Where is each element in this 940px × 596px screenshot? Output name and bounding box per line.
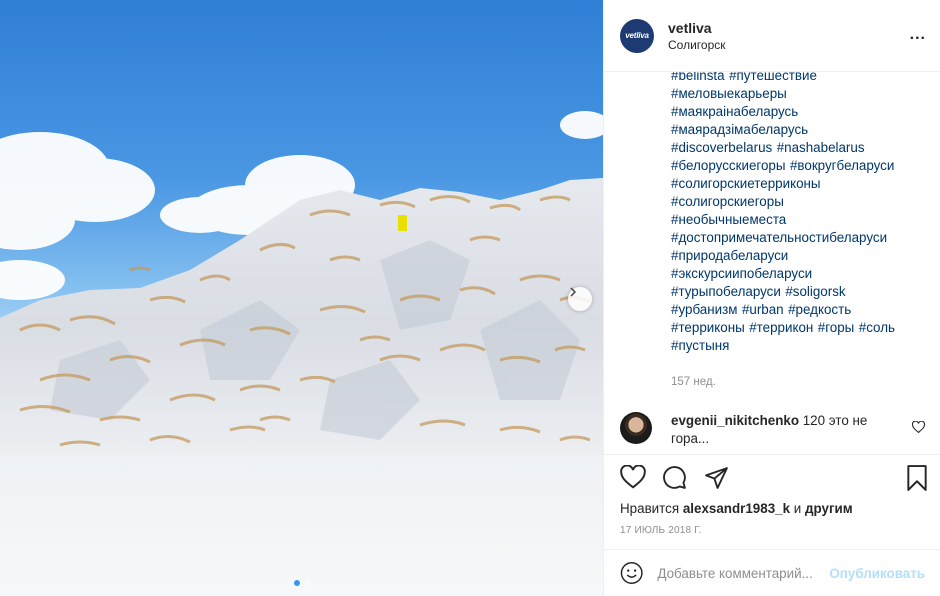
hashtag-list: #belinsta #путешествие #меловыекарьеры #ма… bbox=[671, 72, 933, 355]
hashtag-link[interactable]: #urban bbox=[742, 302, 784, 317]
hashtag-link[interactable]: #маярадзімабеларусь bbox=[671, 122, 808, 137]
post-username[interactable]: vetliva bbox=[668, 19, 726, 37]
comment-item: evgenii_nikitchenko 120 это не гора... bbox=[620, 412, 926, 448]
action-icons-row bbox=[620, 464, 930, 494]
hashtag-line: #belinsta #путешествие bbox=[671, 72, 933, 85]
likes-user-link[interactable]: alexsandr1983_k bbox=[683, 501, 790, 516]
hashtag-link[interactable]: #природабеларуси bbox=[671, 248, 788, 263]
hashtag-link[interactable]: #урбанизм bbox=[671, 302, 737, 317]
hashtag-line: #белорусскиегоры #вокругбеларуси bbox=[671, 157, 933, 175]
hashtag-link[interactable]: #belinsta bbox=[671, 72, 725, 83]
post-header: vetliva vetliva Солигорск ... bbox=[604, 0, 940, 72]
post-date[interactable]: 17 ИЮЛЬ 2018 Г. bbox=[620, 525, 702, 536]
post-location[interactable]: Солигорск bbox=[668, 37, 726, 53]
hashtag-link[interactable]: #вокругбеларуси bbox=[790, 158, 894, 173]
more-options-button[interactable]: ... bbox=[910, 26, 926, 44]
comment-body: evgenii_nikitchenko 120 это не гора... bbox=[671, 412, 881, 448]
hashtag-line: #необычныеместа bbox=[671, 211, 933, 229]
hashtag-link[interactable]: #soligorsk bbox=[785, 284, 845, 299]
hashtag-line: #турыпобеларуси #soligorsk bbox=[671, 283, 933, 301]
hashtag-line: #маякраінабеларусь bbox=[671, 103, 933, 121]
commenter-avatar[interactable] bbox=[620, 412, 652, 444]
post-side-panel: vetliva vetliva Солигорск ... #belinsta … bbox=[603, 0, 940, 596]
hashtag-line: #экскурсиипобеларуси bbox=[671, 265, 933, 283]
chevron-right-icon bbox=[570, 287, 577, 297]
add-comment-bar: Опубликовать bbox=[604, 549, 940, 596]
hashtag-link[interactable]: #редкость bbox=[788, 302, 851, 317]
likes-others-link[interactable]: другим bbox=[805, 501, 853, 516]
hashtag-link[interactable]: #необычныеместа bbox=[671, 212, 786, 227]
hashtag-line: #пустыня bbox=[671, 337, 933, 355]
hashtag-line: #маярадзімабеларусь bbox=[671, 121, 933, 139]
hashtag-link[interactable]: #путешествие bbox=[729, 72, 817, 83]
likes-middle: и bbox=[793, 501, 802, 516]
post-photo[interactable] bbox=[0, 0, 603, 596]
salt-mountain-image bbox=[0, 111, 603, 596]
hashtag-link[interactable]: #солигорскиетерриконы bbox=[671, 176, 821, 191]
hashtag-line: #достопримечательностибеларуси bbox=[671, 229, 933, 247]
carousel-indicator bbox=[0, 580, 603, 586]
hashtag-line: #солигорскиегоры bbox=[671, 193, 933, 211]
hashtag-link[interactable]: #солигорскиегоры bbox=[671, 194, 784, 209]
caption-scroll-area[interactable]: #belinsta #путешествие #меловыекарьеры #ма… bbox=[604, 72, 940, 454]
hashtag-link[interactable]: #горы bbox=[818, 320, 855, 335]
hashtag-link[interactable]: #маякраінабеларусь bbox=[671, 104, 798, 119]
share-paper-plane-icon[interactable] bbox=[704, 465, 729, 495]
carousel-dot bbox=[303, 580, 310, 586]
hashtag-line: #discoverbelarus #nashabelarus bbox=[671, 139, 933, 157]
comment-like-icon[interactable] bbox=[911, 420, 926, 438]
hashtag-line: #урбанизм #urban #редкость bbox=[671, 301, 933, 319]
header-text: vetliva Солигорск bbox=[668, 19, 726, 53]
next-photo-button[interactable] bbox=[568, 287, 592, 311]
post-time-ago: 157 нед. bbox=[671, 376, 716, 388]
hashtag-link[interactable]: #экскурсиипобеларуси bbox=[671, 266, 812, 281]
avatar-logo-text: vetliva bbox=[625, 31, 649, 40]
hashtag-link[interactable]: #достопримечательностибеларуси bbox=[671, 230, 887, 245]
profile-avatar[interactable]: vetliva bbox=[620, 18, 654, 53]
hashtag-line: #терриконы #террикон #горы #соль bbox=[671, 319, 933, 337]
like-heart-icon[interactable] bbox=[620, 464, 646, 494]
hashtag-link[interactable]: #белорусскиегоры bbox=[671, 158, 786, 173]
hashtag-link[interactable]: #соль bbox=[859, 320, 895, 335]
hashtag-line: #меловыекарьеры bbox=[671, 85, 933, 103]
hashtag-line: #солигорскиетерриконы bbox=[671, 175, 933, 193]
comment-bubble-icon[interactable] bbox=[662, 465, 687, 495]
hashtag-link[interactable]: #пустыня bbox=[671, 338, 729, 353]
likes-summary: Нравится alexsandr1983_k и другим bbox=[620, 501, 853, 516]
comment-username[interactable]: evgenii_nikitchenko bbox=[671, 413, 799, 428]
likes-prefix: Нравится bbox=[620, 501, 680, 516]
comment-input[interactable] bbox=[657, 565, 826, 581]
save-bookmark-icon[interactable] bbox=[906, 465, 928, 496]
hashtag-line: #природабеларуси bbox=[671, 247, 933, 265]
hashtag-link[interactable]: #терриконы bbox=[671, 320, 745, 335]
hashtag-link[interactable]: #турыпобеларуси bbox=[671, 284, 781, 299]
emoji-smiley-icon[interactable] bbox=[620, 560, 643, 586]
hashtag-link[interactable]: #меловыекарьеры bbox=[671, 86, 787, 101]
hashtag-link[interactable]: #discoverbelarus bbox=[671, 140, 772, 155]
carousel-dot-active bbox=[293, 580, 300, 586]
publish-button[interactable]: Опубликовать bbox=[829, 566, 925, 581]
hashtag-link[interactable]: #террикон bbox=[749, 320, 813, 335]
hashtag-link[interactable]: #nashabelarus bbox=[777, 140, 865, 155]
